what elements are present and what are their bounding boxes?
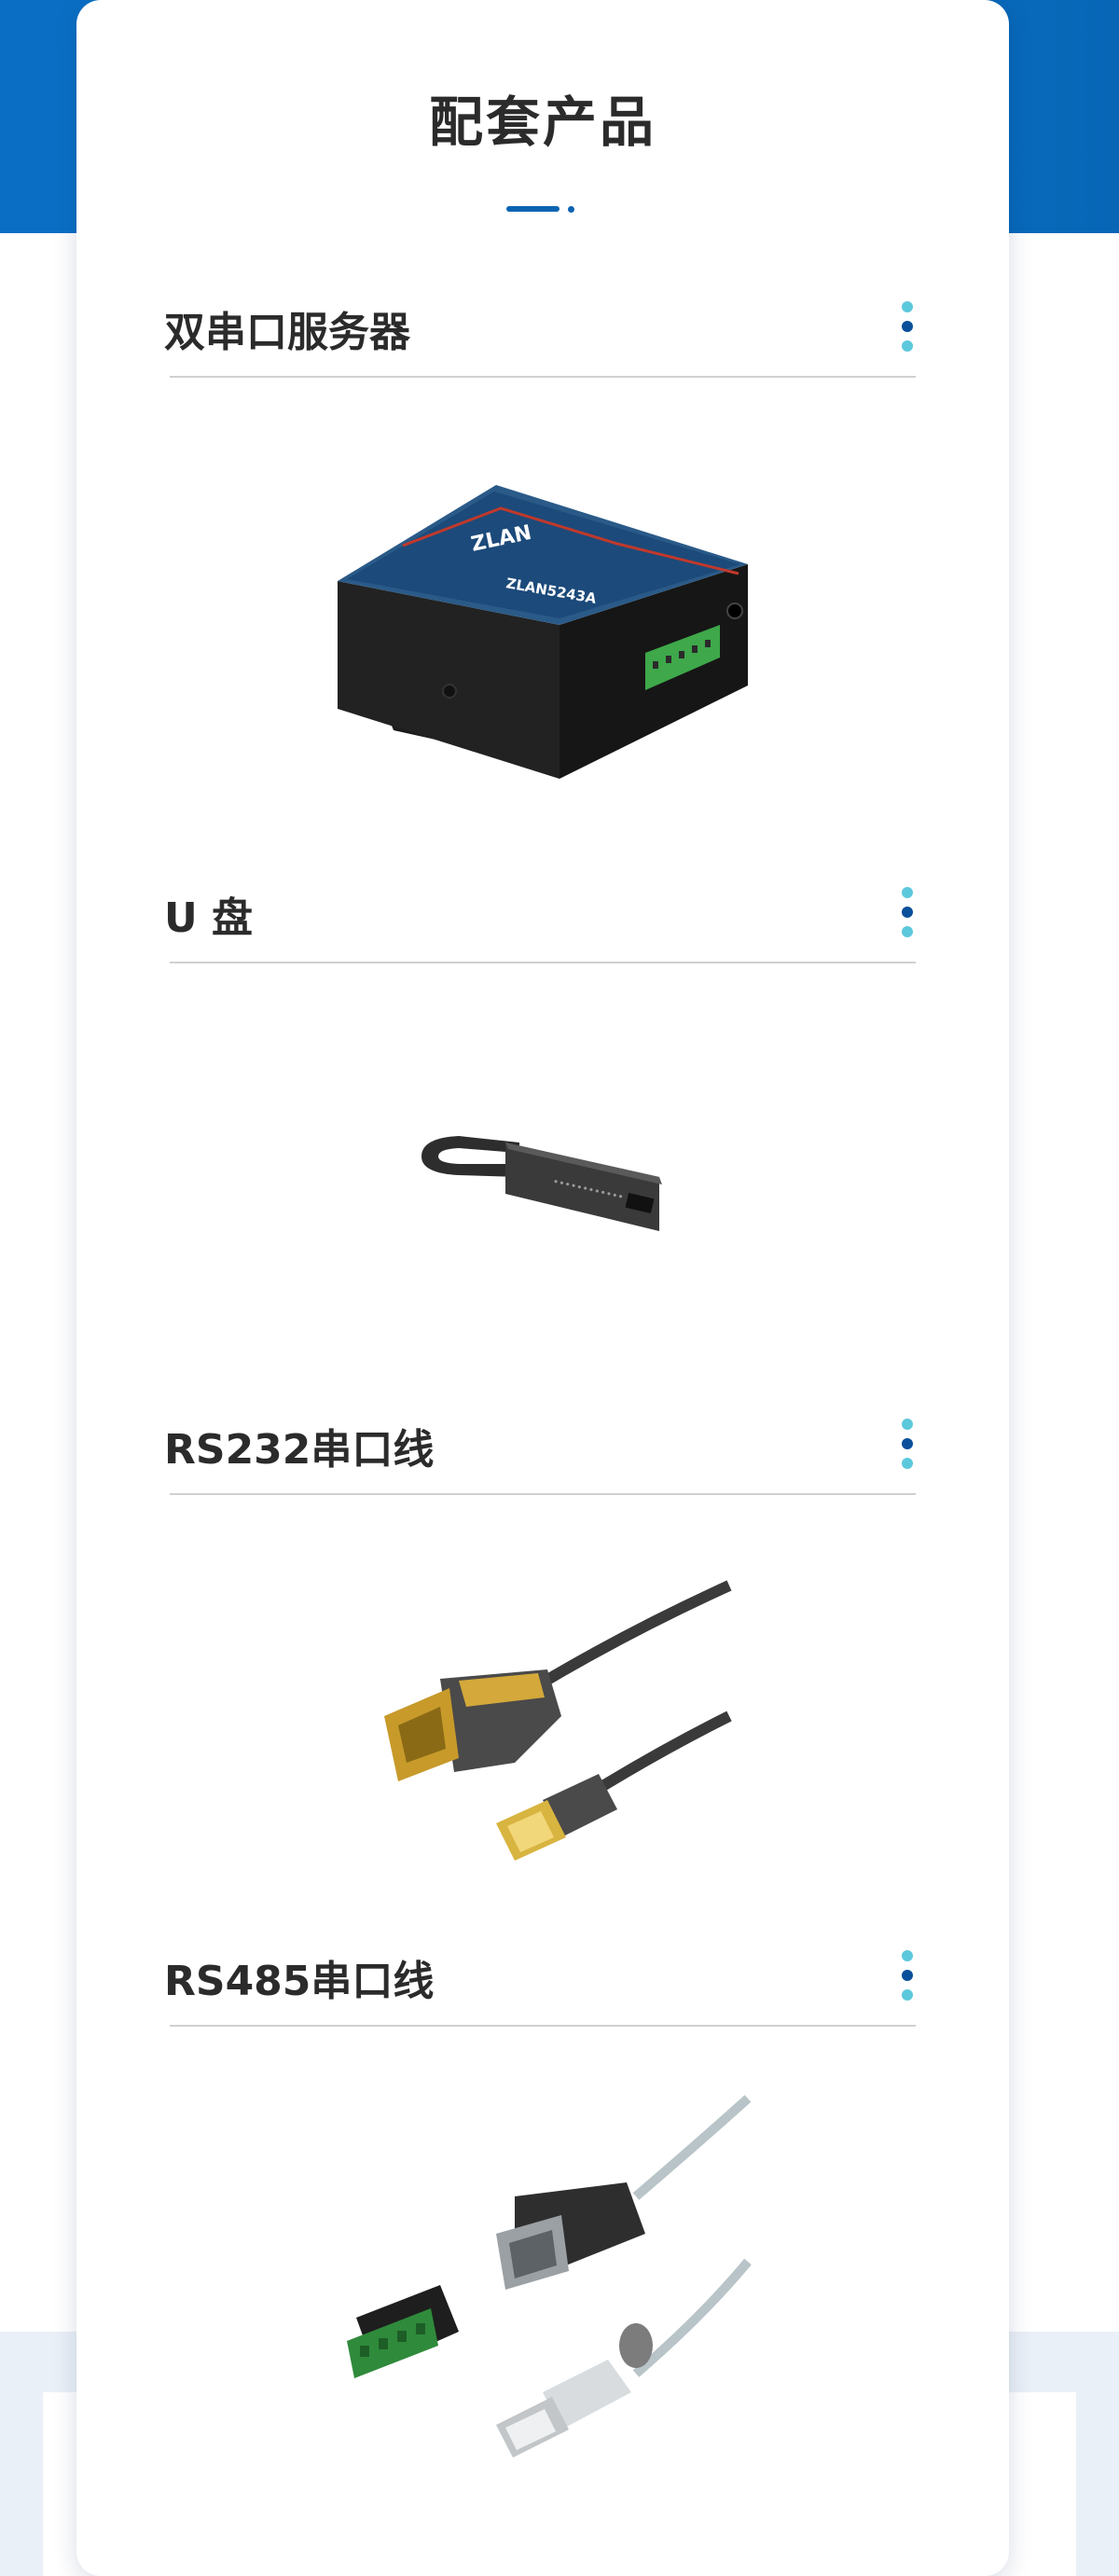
- page-title: 配套产品: [428, 90, 656, 154]
- usb-flash-drive-image: ••••••••••••: [76, 1119, 1009, 1250]
- more-dots-icon[interactable]: [902, 1419, 915, 1475]
- product-title: 双串口服务器: [164, 309, 410, 356]
- title-underline-dot: [568, 206, 574, 213]
- section-divider: [170, 2025, 916, 2027]
- title-underline: [506, 206, 560, 212]
- product-title: U 盘: [164, 894, 254, 942]
- section-divider: [170, 376, 916, 378]
- products-card: 配套产品 双串口服务器 ZLAN ZLAN5243A U 盘 •••••••••…: [76, 0, 1009, 2576]
- section-divider: [170, 1493, 916, 1495]
- rs232-cable-image: [76, 1576, 1009, 1875]
- more-dots-icon[interactable]: [902, 301, 915, 357]
- product-title: RS485串口线: [164, 1958, 435, 2005]
- section-divider: [170, 962, 916, 963]
- dual-serial-server-image: ZLAN ZLAN5243A: [76, 471, 1009, 779]
- product-title: RS232串口线: [164, 1426, 435, 1474]
- rs485-cable-image: [76, 2094, 1009, 2486]
- more-dots-icon[interactable]: [902, 1950, 915, 2006]
- more-dots-icon[interactable]: [902, 887, 915, 943]
